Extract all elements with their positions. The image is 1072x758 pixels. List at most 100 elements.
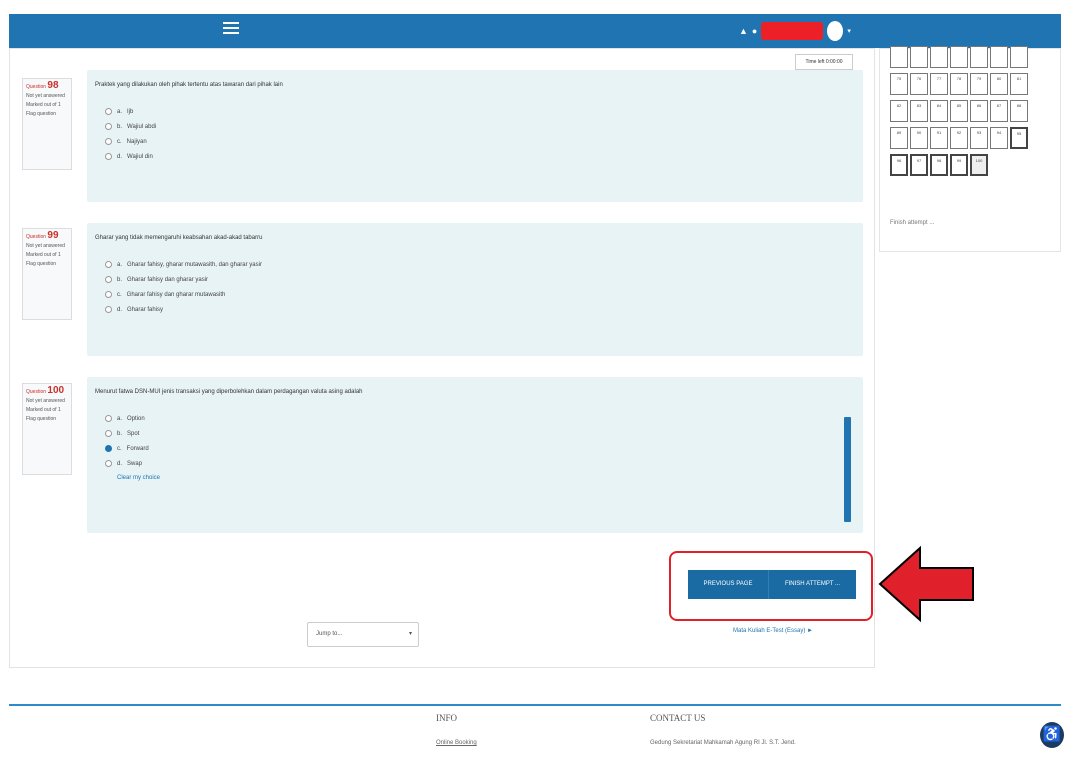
- answer-option[interactable]: d. Swap: [105, 456, 855, 471]
- question-info-100: Question 100 Not yet answered Marked out…: [22, 383, 72, 475]
- left-arrow-icon: [878, 545, 974, 623]
- question-nav-button[interactable]: [990, 46, 1008, 68]
- radio-button[interactable]: [105, 138, 112, 145]
- question-status: Not yet answered: [26, 243, 65, 249]
- answer-option[interactable]: a. Gharar fahisy, gharar mutawasith, dan …: [105, 257, 855, 272]
- question-number: 100: [47, 385, 65, 396]
- radio-button[interactable]: [105, 153, 112, 160]
- question-nav-button[interactable]: 88: [1010, 100, 1028, 122]
- previous-page-button[interactable]: PREVIOUS PAGE: [688, 570, 768, 599]
- question-nav-button[interactable]: 77: [930, 73, 948, 95]
- question-box-99: Gharar yang tidak memengaruhi keabsahan …: [87, 223, 863, 356]
- jump-to-select[interactable]: Jump to... ▾: [307, 622, 419, 647]
- footer-divider: [9, 704, 1061, 706]
- footer-contact-heading: CONTACT US: [650, 713, 706, 723]
- question-nav-button[interactable]: 83: [910, 100, 928, 122]
- question-nav-button[interactable]: 82: [890, 100, 908, 122]
- question-text: Menurut fatwa DSN-MUI jenis transaksi ya…: [95, 389, 363, 395]
- question-nav-button-current[interactable]: 100: [970, 154, 988, 176]
- radio-button[interactable]: [105, 276, 112, 283]
- question-nav-button[interactable]: 93: [970, 127, 988, 149]
- avatar[interactable]: [827, 21, 844, 41]
- question-nav-button[interactable]: 76: [910, 73, 928, 95]
- question-nav-button[interactable]: 86: [970, 100, 988, 122]
- answer-option-selected[interactable]: c. Forward: [105, 441, 855, 456]
- question-status: Not yet answered: [26, 398, 65, 404]
- question-marks: Marked out of 1: [26, 102, 61, 108]
- question-nav-button[interactable]: 75: [890, 73, 908, 95]
- question-text: Gharar yang tidak memengaruhi keabsahan …: [95, 235, 263, 241]
- answer-option[interactable]: a. Ijb: [105, 104, 855, 119]
- question-marks: Marked out of 1: [26, 407, 61, 413]
- answer-option[interactable]: c. Najiyan: [105, 134, 855, 149]
- finish-attempt-button[interactable]: FINISH ATTEMPT ...: [768, 570, 856, 599]
- radio-button[interactable]: [105, 306, 112, 313]
- user-menu[interactable]: ▲ ● ▾: [739, 21, 851, 41]
- question-nav-button[interactable]: [930, 46, 948, 68]
- question-nav-button-current[interactable]: 98: [930, 154, 948, 176]
- radio-button[interactable]: [105, 460, 112, 467]
- question-nav-button-current[interactable]: 97: [910, 154, 928, 176]
- answer-option[interactable]: a. Option: [105, 411, 855, 426]
- question-nav-button[interactable]: 79: [970, 73, 988, 95]
- question-nav-button[interactable]: [890, 46, 908, 68]
- answer-option[interactable]: b. Wajiul abdi: [105, 119, 855, 134]
- dot-icon: ●: [751, 25, 758, 36]
- radio-button[interactable]: [105, 108, 112, 115]
- question-status: Not yet answered: [26, 93, 65, 99]
- question-nav-button[interactable]: [970, 46, 988, 68]
- quiz-nav-buttons: PREVIOUS PAGE FINISH ATTEMPT ...: [688, 570, 856, 599]
- question-nav-button[interactable]: 89: [890, 127, 908, 149]
- question-nav-button[interactable]: 90: [910, 127, 928, 149]
- flag-question-link[interactable]: Flag question: [26, 261, 68, 268]
- question-nav-button-current[interactable]: 99: [950, 154, 968, 176]
- timer: Time left 0:00:00: [795, 54, 853, 70]
- question-nav-button[interactable]: 80: [990, 73, 1008, 95]
- question-info-99: Question 99 Not yet answered Marked out …: [22, 228, 72, 320]
- question-number: 98: [47, 80, 59, 91]
- flag-question-link[interactable]: Flag question: [26, 111, 68, 118]
- radio-button[interactable]: [105, 430, 112, 437]
- question-nav-button-current[interactable]: 95: [1010, 127, 1028, 149]
- next-activity-link[interactable]: Mata Kuliah E-Test (Essay) ►: [733, 628, 813, 634]
- question-nav-button-current[interactable]: 96: [890, 154, 908, 176]
- footer-info-heading: INFO: [436, 713, 458, 723]
- scrollbar-thumb[interactable]: [844, 417, 851, 522]
- question-nav-button[interactable]: 81: [1010, 73, 1028, 95]
- radio-button[interactable]: [105, 123, 112, 130]
- answer-option[interactable]: d. Gharar fahisy: [105, 302, 855, 317]
- flag-question-link[interactable]: Flag question: [26, 416, 68, 423]
- question-nav-button[interactable]: 78: [950, 73, 968, 95]
- question-number: 99: [47, 230, 59, 241]
- accessibility-icon[interactable]: ♿: [1040, 722, 1064, 748]
- chevron-down-icon: ▾: [408, 631, 412, 637]
- person-icon[interactable]: ▲: [739, 26, 748, 36]
- footer-info-link[interactable]: Online Booking: [436, 740, 477, 746]
- answer-option[interactable]: c. Gharar fahisy dan gharar mutawasith: [105, 287, 855, 302]
- question-nav-button[interactable]: 91: [930, 127, 948, 149]
- question-nav-button[interactable]: [1010, 46, 1028, 68]
- question-nav-button[interactable]: 85: [950, 100, 968, 122]
- hamburger-icon[interactable]: [223, 22, 239, 36]
- question-box-100: Menurut fatwa DSN-MUI jenis transaksi ya…: [87, 377, 863, 533]
- question-navigation-grid: 75 76 77 78 79 80 81 82 83 84 85 86 87 8…: [890, 46, 1040, 181]
- top-navbar: ▲ ● ▾: [9, 14, 1061, 48]
- answer-option[interactable]: d. Wajiul din: [105, 149, 855, 164]
- question-text: Praktek yang dilakukan oleh pihak terten…: [95, 82, 283, 88]
- question-nav-button[interactable]: 87: [990, 100, 1008, 122]
- clear-choice-link[interactable]: Clear my choice: [117, 475, 855, 481]
- redacted-username: [761, 22, 824, 40]
- answer-option[interactable]: b. Gharar fahisy dan gharar yasir: [105, 272, 855, 287]
- question-nav-button[interactable]: 92: [950, 127, 968, 149]
- question-nav-button[interactable]: [910, 46, 928, 68]
- radio-button[interactable]: [105, 291, 112, 298]
- radio-button[interactable]: [105, 415, 112, 422]
- radio-button[interactable]: [105, 261, 112, 268]
- question-nav-button[interactable]: [950, 46, 968, 68]
- question-nav-button[interactable]: 94: [990, 127, 1008, 149]
- answer-option[interactable]: b. Spot: [105, 426, 855, 441]
- finish-attempt-link[interactable]: Finish attempt ...: [890, 220, 934, 226]
- radio-button-checked[interactable]: [105, 445, 112, 452]
- question-nav-button[interactable]: 84: [930, 100, 948, 122]
- chevron-down-icon[interactable]: ▾: [847, 27, 851, 35]
